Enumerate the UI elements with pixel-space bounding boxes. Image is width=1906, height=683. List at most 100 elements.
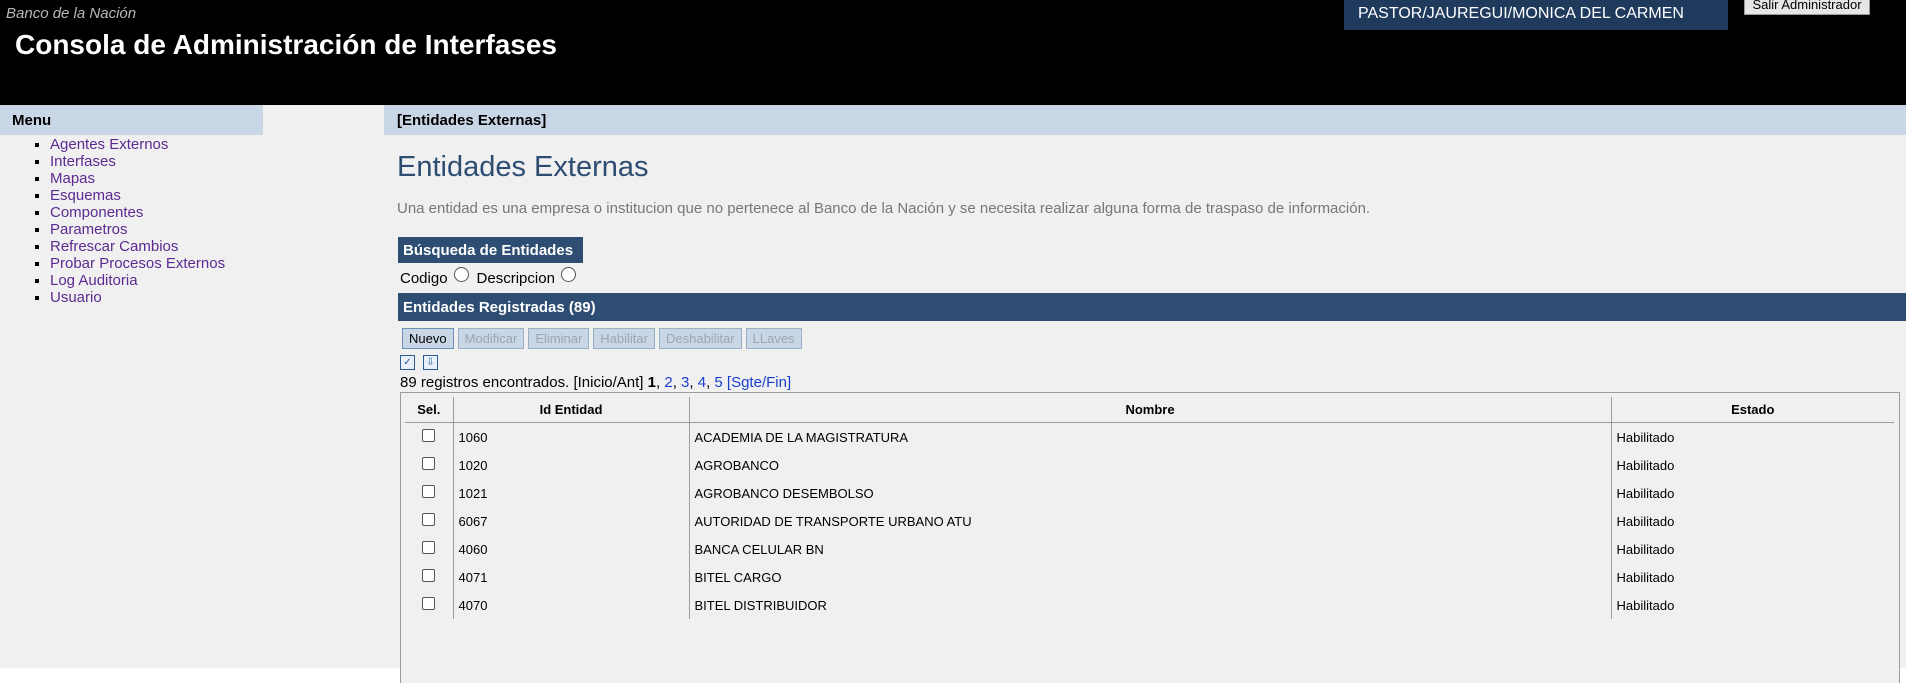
menu-item-refrescar-cambios: Refrescar Cambios	[50, 238, 225, 255]
row-select-cell	[405, 422, 454, 451]
menu-item-parametros: Parametros	[50, 221, 225, 238]
cell-id: 1020	[453, 451, 690, 479]
table-row: 4070 BITEL DISTRIBUIDOR Habilitado	[405, 591, 1894, 619]
cell-id: 1060	[453, 422, 690, 451]
cell-name: AUTORIDAD DE TRANSPORTE URBANO ATU	[689, 507, 1612, 535]
row-select-cell	[405, 563, 454, 591]
cell-name: AGROBANCO	[689, 451, 1612, 479]
row-checkbox[interactable]	[422, 457, 436, 470]
cell-name: BANCA CELULAR BN	[689, 535, 1612, 563]
row-checkbox[interactable]	[422, 569, 436, 582]
enable-button[interactable]: Habilitar	[593, 328, 655, 349]
menu-title: Menu	[12, 112, 52, 129]
user-info-box: PASTOR/JAUREGUI/MONICA DEL CARMEN	[1344, 0, 1728, 30]
cell-id: 4071	[453, 563, 690, 591]
row-checkbox[interactable]	[422, 513, 436, 526]
row-checkbox[interactable]	[422, 541, 436, 554]
action-buttons: Nuevo Modificar Eliminar Habilitar Desha…	[402, 328, 802, 349]
cell-id: 1021	[453, 479, 690, 507]
radio-description[interactable]	[560, 267, 576, 282]
table-row: 1021 AGROBANCO DESEMBOLSO Habilitado	[405, 479, 1894, 507]
page-link-3[interactable]: 3	[681, 374, 689, 391]
cell-status: Habilitado	[1616, 597, 1675, 613]
row-select-cell	[405, 591, 454, 619]
table-header-row: Sel. Id Entidad Nombre Estado	[405, 397, 1894, 423]
search-options: Codigo Descripcion	[400, 267, 584, 287]
modify-button[interactable]: Modificar	[457, 328, 525, 349]
cell-name: BITEL CARGO	[689, 563, 1612, 591]
cell-status: Habilitado	[1616, 513, 1675, 529]
table-row: 1020 AGROBANCO Habilitado	[405, 451, 1894, 479]
cell-status: Habilitado	[1616, 569, 1675, 585]
export-icon[interactable]: ⇩	[423, 355, 438, 370]
app-header: Banco de la Nación Consola de Administra…	[0, 0, 1906, 105]
row-select-cell	[405, 451, 454, 479]
menu-link[interactable]: Mapas	[50, 170, 95, 187]
table-tools: ✓ ⇩	[400, 355, 438, 370]
row-checkbox[interactable]	[422, 429, 436, 442]
page-link-2[interactable]: 2	[664, 374, 672, 391]
table-row: 4071 BITEL CARGO Habilitado	[405, 563, 1894, 591]
delete-button[interactable]: Eliminar	[528, 328, 590, 349]
table-row: 1060 ACADEMIA DE LA MAGISTRATURA Habilit…	[405, 422, 1894, 451]
page-link-4[interactable]: 4	[698, 374, 706, 391]
page-link-5[interactable]: 5	[714, 374, 722, 391]
col-header-sel: Sel.	[405, 397, 454, 423]
table-row: 6067 AUTORIDAD DE TRANSPORTE URBANO ATU …	[405, 507, 1894, 535]
menu-item-componentes: Componentes	[50, 204, 225, 221]
radio-code-label: Codigo	[400, 270, 448, 287]
search-section-header: Búsqueda de Entidades	[398, 237, 583, 263]
entities-table-container: Sel. Id Entidad Nombre Estado 1060 ACADE…	[400, 392, 1900, 683]
breadcrumb: [Entidades Externas]	[397, 112, 547, 129]
disable-button[interactable]: Deshabilitar	[658, 328, 742, 349]
cell-status: Habilitado	[1616, 485, 1675, 501]
menu-link[interactable]: Parametros	[50, 221, 128, 238]
row-checkbox[interactable]	[422, 485, 436, 498]
menu-item-mapas: Mapas	[50, 170, 225, 187]
menu-link[interactable]: Log Auditoria	[50, 272, 138, 289]
col-header-name[interactable]: Nombre	[689, 397, 1612, 423]
page-title: Entidades Externas	[397, 151, 649, 183]
cell-id: 6067	[453, 507, 690, 535]
registered-header-label: Entidades Registradas (89)	[403, 299, 596, 316]
logout-button[interactable]: Salir Administrador	[1744, 0, 1870, 15]
main-content: [Entidades Externas] Entidades Externas …	[384, 105, 1906, 683]
menu-link[interactable]: Esquemas	[50, 187, 121, 204]
new-button[interactable]: Nuevo	[402, 328, 454, 349]
row-select-cell	[405, 479, 454, 507]
menu-link[interactable]: Interfases	[50, 153, 116, 170]
breadcrumb-bar: [Entidades Externas]	[384, 105, 1906, 135]
cell-status: Habilitado	[1616, 429, 1675, 445]
menu-link[interactable]: Agentes Externos	[50, 136, 168, 153]
keys-button[interactable]: LLaves	[745, 328, 802, 349]
cell-name: AGROBANCO DESEMBOLSO	[689, 479, 1612, 507]
menu-item-esquemas: Esquemas	[50, 187, 225, 204]
row-select-cell	[405, 507, 454, 535]
menu-link[interactable]: Refrescar Cambios	[50, 238, 178, 255]
menu-item-log-auditoria: Log Auditoria	[50, 272, 225, 289]
cell-name: ACADEMIA DE LA MAGISTRATURA	[689, 422, 1612, 451]
cell-name: BITEL DISTRIBUIDOR	[689, 591, 1612, 619]
select-all-icon[interactable]: ✓	[400, 355, 415, 370]
col-header-status[interactable]: Estado	[1611, 397, 1894, 423]
cell-id: 4060	[453, 535, 690, 563]
user-name: PASTOR/JAUREGUI/MONICA DEL CARMEN	[1358, 5, 1684, 22]
registered-section-header: Entidades Registradas (89)	[398, 293, 1906, 321]
menu-link[interactable]: Probar Procesos Externos	[50, 255, 225, 272]
cell-status: Habilitado	[1616, 541, 1675, 557]
menu-link[interactable]: Usuario	[50, 289, 102, 306]
next-last-link[interactable]: [Sgte/Fin]	[727, 374, 791, 391]
col-header-id[interactable]: Id Entidad	[453, 397, 690, 423]
app-title: Consola de Administración de Interfases	[15, 29, 557, 60]
menu-header: Menu	[0, 105, 263, 135]
pagination: 89 registros encontrados. [Inicio/Ant] 1…	[400, 374, 792, 391]
page-description: Una entidad es una empresa o institucion…	[397, 200, 1371, 217]
search-header-label: Búsqueda de Entidades	[403, 242, 574, 259]
menu-item-usuario: Usuario	[50, 289, 225, 306]
radio-code[interactable]	[453, 267, 469, 282]
row-checkbox[interactable]	[422, 597, 436, 610]
first-prev-link[interactable]: [Inicio/Ant]	[573, 374, 643, 391]
radio-description-label: Descripcion	[476, 270, 555, 287]
entities-table: Sel. Id Entidad Nombre Estado 1060 ACADE…	[405, 397, 1894, 619]
menu-link[interactable]: Componentes	[50, 204, 143, 221]
